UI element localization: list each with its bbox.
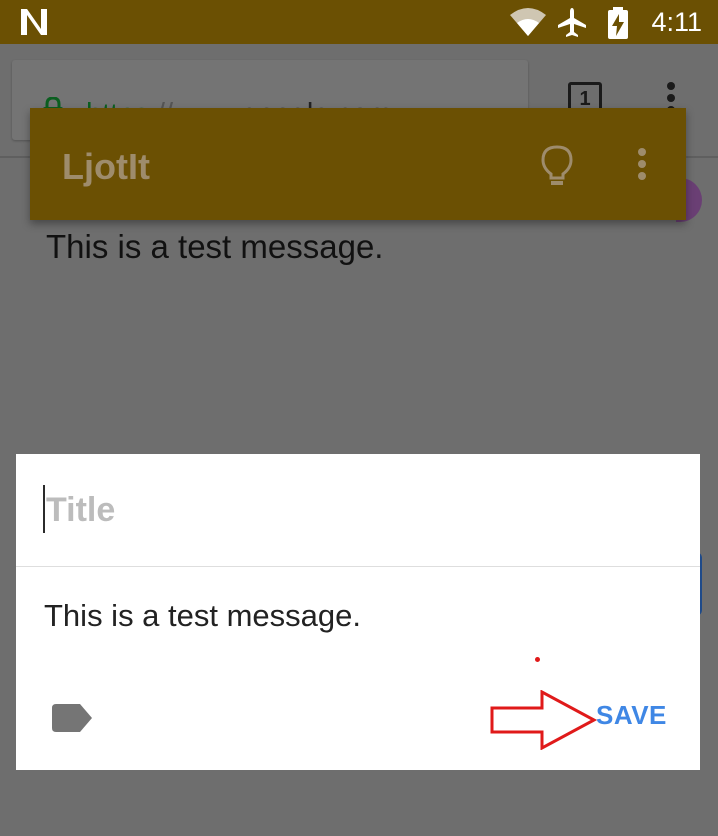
status-time: 4:11 xyxy=(651,7,702,37)
notification-n-icon xyxy=(18,7,50,42)
lightbulb-icon[interactable] xyxy=(540,144,574,193)
annotation-arrow-icon xyxy=(490,689,600,755)
save-button[interactable]: SAVE xyxy=(596,700,667,731)
app-title: LjotIt xyxy=(62,146,150,187)
text-cursor xyxy=(43,485,45,533)
battery-charging-icon xyxy=(606,6,630,45)
note-edit-dialog: This is a test message. SAVE xyxy=(16,454,700,770)
overflow-menu-icon[interactable] xyxy=(636,148,648,189)
title-input[interactable] xyxy=(46,486,646,534)
note-body[interactable]: This is a test message. xyxy=(44,598,361,634)
airplane-mode-icon xyxy=(556,6,588,43)
app-toolbar: LjotIt xyxy=(30,108,686,220)
status-bar: 4:11 xyxy=(0,0,718,44)
label-tag-icon[interactable] xyxy=(52,704,92,737)
annotation-dot xyxy=(535,657,540,662)
wifi-icon xyxy=(508,6,548,43)
title-row xyxy=(16,454,700,567)
note-preview[interactable]: This is a test message. xyxy=(46,228,383,266)
